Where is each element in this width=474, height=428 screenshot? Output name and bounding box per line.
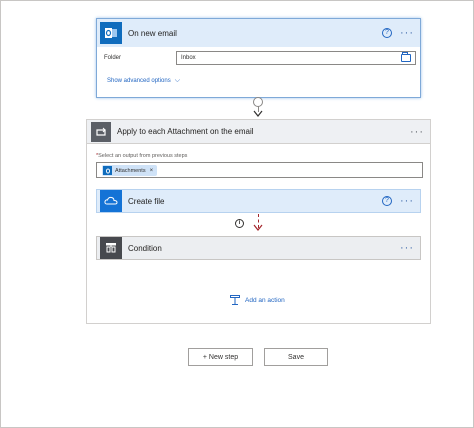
info-icon[interactable]: i [235,219,244,228]
outlook-icon [103,166,112,175]
outlook-icon [100,22,122,44]
save-button[interactable]: Save [264,348,328,366]
trigger-title: On new email [128,28,177,38]
show-advanced-options-link[interactable]: Show advanced options ⌵ [107,77,180,85]
folder-input[interactable]: Inbox [176,51,416,65]
trigger-header[interactable]: On new email ? ··· [97,19,420,47]
add-an-action-label: Add an action [245,296,285,304]
insert-step-circle[interactable] [253,97,263,107]
condition-icon [100,237,122,259]
help-icon[interactable]: ? [382,196,392,206]
arrow-down-icon [253,110,263,119]
loop-icon [91,121,111,142]
flow-designer-canvas: On new email ? ··· Folder Inbox Show adv… [0,0,474,428]
new-step-button[interactable]: + New step [188,348,253,366]
more-options-icon[interactable]: ··· [400,28,414,39]
chevron-down-icon: ⌵ [174,77,181,84]
apply-to-each-card[interactable]: Apply to each Attachment on the email ··… [86,119,431,324]
create-file-card[interactable]: Create file ? ··· [96,189,421,213]
more-options-icon[interactable]: ··· [400,243,414,254]
select-output-label: *Select an output from previous steps [96,153,187,159]
add-action-icon [230,295,240,305]
create-file-title: Create file [128,196,165,206]
attachments-token[interactable]: Attachments × [102,165,158,176]
help-icon[interactable]: ? [382,28,392,38]
folder-picker-icon[interactable] [401,52,411,62]
arrow-down-icon [253,224,263,234]
attachments-token-label: Attachments [115,167,146,174]
onedrive-icon [100,190,122,212]
select-output-input[interactable]: Attachments × [96,162,423,178]
condition-card[interactable]: Condition ··· [96,236,421,260]
condition-title: Condition [128,243,162,253]
remove-token-icon[interactable]: × [150,168,154,174]
more-options-icon[interactable]: ··· [410,126,424,137]
apply-to-each-title: Apply to each Attachment on the email [117,127,254,136]
trigger-card-on-new-email[interactable]: On new email ? ··· Folder Inbox Show adv… [96,18,421,98]
folder-label: Folder [104,55,122,61]
more-options-icon[interactable]: ··· [400,196,414,207]
advanced-options-label: Show advanced options [107,78,171,84]
folder-value: Inbox [181,55,196,61]
select-output-label-text: Select an output from previous steps [98,153,188,159]
folder-field-row: Folder Inbox [104,51,416,65]
add-an-action-button[interactable]: Add an action [230,295,285,305]
apply-to-each-header[interactable]: Apply to each Attachment on the email ··… [87,120,430,144]
